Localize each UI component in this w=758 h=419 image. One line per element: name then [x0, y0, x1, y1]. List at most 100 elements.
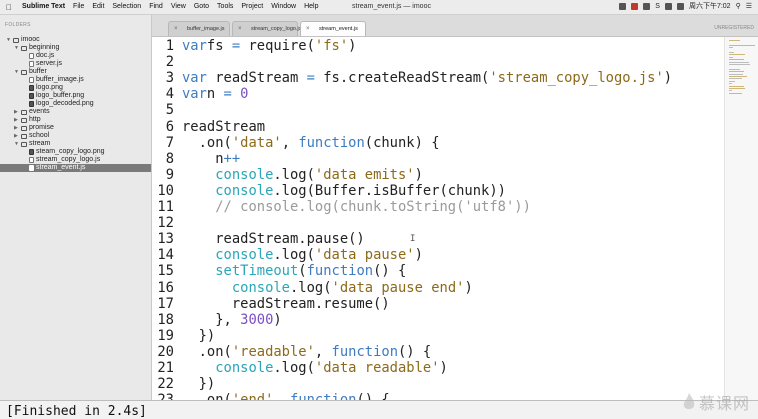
code-token: ) — [414, 166, 423, 183]
menu-find[interactable]: Find — [145, 0, 167, 14]
code-token: 'end' — [232, 392, 274, 400]
tab-label: buffer_image.js — [187, 26, 225, 32]
tree-file[interactable]: steam_copy_logo.png — [0, 148, 151, 156]
code-editor[interactable]: 1 varfs = require('fs') 2 3 var readStream =… — [152, 37, 724, 400]
wifi-icon[interactable] — [664, 3, 672, 10]
tree-file[interactable]: stream_event.js — [0, 164, 151, 172]
folder-icon — [21, 69, 27, 75]
file-icon — [29, 53, 34, 59]
tab-stream-event[interactable]: × stream_event.js — [300, 21, 366, 36]
close-icon[interactable]: × — [306, 22, 310, 37]
tree-file[interactable]: logo_decoded.png — [0, 100, 151, 108]
code-line[interactable]: 6 readStream — [152, 119, 265, 135]
chevron-right-icon[interactable]: ▶ — [14, 116, 21, 124]
chevron-down-icon[interactable]: ▼ — [14, 44, 21, 52]
code-line[interactable]: 3 var readStream = fs.createReadStream('s… — [152, 70, 672, 86]
code-line[interactable]: 5 — [152, 102, 174, 118]
tree-file[interactable]: stream_copy_logo.js — [0, 156, 151, 164]
tree-folder[interactable]: ▶ promise — [0, 124, 151, 132]
line-number: 1 — [165, 38, 174, 54]
code-token: readStream.resume() — [182, 295, 390, 312]
line-number: 7 — [165, 134, 174, 151]
code-text: .on('readable', function() { — [182, 344, 432, 360]
tab-buffer-image[interactable]: × buffer_image.js — [168, 21, 230, 36]
tree-folder[interactable]: ▶ events — [0, 108, 151, 116]
tree-file[interactable]: server.js — [0, 60, 151, 68]
file-icon — [29, 61, 34, 67]
menu-edit[interactable]: Edit — [88, 0, 108, 14]
line-number: 20 — [157, 343, 174, 360]
tree-file[interactable]: buffer_image.js — [0, 76, 151, 84]
code-text: console.log('data pause') — [182, 247, 423, 263]
menu-goto[interactable]: Goto — [190, 0, 213, 14]
code-line[interactable]: 10 console.log(Buffer.isBuffer(chunk)) — [152, 182, 506, 199]
text-cursor-icon: I — [410, 234, 416, 244]
code-line[interactable]: 20 .on('readable', function() { — [152, 343, 431, 360]
clock[interactable]: 周六下午7:02 — [689, 0, 731, 14]
code-line[interactable]: 4 varn = 0 — [152, 86, 249, 102]
tree-file[interactable]: doc.js — [0, 52, 151, 60]
code-line[interactable]: 2 — [152, 54, 174, 70]
close-icon[interactable]: × — [174, 22, 178, 37]
code-line[interactable]: 1 varfs = require('fs') — [152, 38, 357, 54]
tree-file[interactable]: logo.png — [0, 84, 151, 92]
tree-folder[interactable]: ▶ http — [0, 116, 151, 124]
menu-view[interactable]: View — [167, 0, 190, 14]
tree-folder[interactable]: ▼ beginning — [0, 44, 151, 52]
code-line[interactable]: 11 // console.log(chunk.toString('utf8')… — [152, 199, 531, 215]
tab-stream-copy-logo[interactable]: × stream_copy_logo.js — [232, 21, 301, 37]
chevron-right-icon[interactable]: ▶ — [14, 124, 21, 132]
code-line[interactable]: 12 — [152, 215, 174, 231]
line-number: 15 — [157, 263, 174, 280]
status-record-icon[interactable] — [631, 3, 639, 10]
code-token: .log(Buffer.isBuffer(chunk)) — [273, 182, 506, 199]
menu-file[interactable]: File — [69, 0, 88, 14]
status-tool-icon[interactable] — [643, 3, 651, 10]
search-icon[interactable]: ⚲ — [736, 0, 741, 14]
chevron-down-icon[interactable]: ▼ — [14, 140, 21, 148]
chevron-down-icon[interactable]: ▼ — [14, 68, 21, 76]
tree-folder[interactable]: ▼ imooc — [0, 36, 151, 44]
code-line[interactable]: 17 readStream.resume() — [152, 296, 389, 312]
code-token: console — [182, 247, 274, 264]
code-line[interactable]: 9 console.log('data emits') — [152, 167, 423, 183]
line-number: 23 — [152, 392, 174, 400]
code-line[interactable]: 18 }, 3000) — [152, 312, 281, 328]
line-number: 10 — [157, 182, 174, 199]
tree-folder[interactable]: ▼ buffer — [0, 68, 151, 76]
code-line[interactable]: 19 }) — [152, 328, 215, 344]
apple-menu-icon[interactable]:  — [0, 3, 18, 12]
minimap[interactable] — [724, 37, 758, 400]
battery-icon[interactable] — [676, 3, 684, 10]
menu-app-name[interactable]: Sublime Text — [18, 0, 69, 14]
code-token: var — [182, 86, 207, 103]
status-letter[interactable]: S — [655, 0, 660, 14]
chevron-right-icon[interactable]: ▶ — [14, 132, 21, 140]
code-line[interactable]: 15 setTimeout(function() { — [152, 263, 406, 280]
code-line[interactable]: 14 console.log('data pause') — [152, 247, 423, 263]
chevron-right-icon[interactable]: ▶ — [14, 108, 21, 116]
code-line[interactable]: 13 readStream.pause() — [152, 231, 364, 247]
code-line[interactable]: 21 console.log('data readable') — [152, 360, 447, 376]
list-icon[interactable]: ☰ — [746, 0, 752, 14]
tree-file[interactable]: logo_buffer.png — [0, 92, 151, 100]
tree-folder[interactable]: ▶ school — [0, 132, 151, 140]
menu-window[interactable]: Window — [267, 0, 300, 14]
minimap-line — [729, 73, 743, 75]
code-line[interactable]: 7 .on('data', function(chunk) { — [152, 134, 440, 151]
code-line[interactable]: 23 .on('end', function() { — [152, 392, 389, 400]
menu-bar:  Sublime Text File Edit Selection Find … — [0, 0, 758, 15]
code-line[interactable]: 16 console.log('data pause end') — [152, 280, 472, 296]
code-token: .on( — [182, 392, 232, 400]
code-token: }) — [182, 327, 216, 344]
code-line[interactable]: 8 n++ — [152, 151, 240, 167]
menu-help[interactable]: Help — [300, 0, 322, 14]
status-app-icon[interactable] — [619, 3, 627, 10]
chevron-down-icon[interactable]: ▼ — [6, 36, 13, 44]
code-line[interactable]: 22 }) — [152, 376, 215, 392]
close-icon[interactable]: × — [238, 22, 242, 37]
menu-tools[interactable]: Tools — [213, 0, 237, 14]
tree-folder[interactable]: ▼ stream — [0, 140, 151, 148]
menu-project[interactable]: Project — [237, 0, 267, 14]
menu-selection[interactable]: Selection — [108, 0, 145, 14]
